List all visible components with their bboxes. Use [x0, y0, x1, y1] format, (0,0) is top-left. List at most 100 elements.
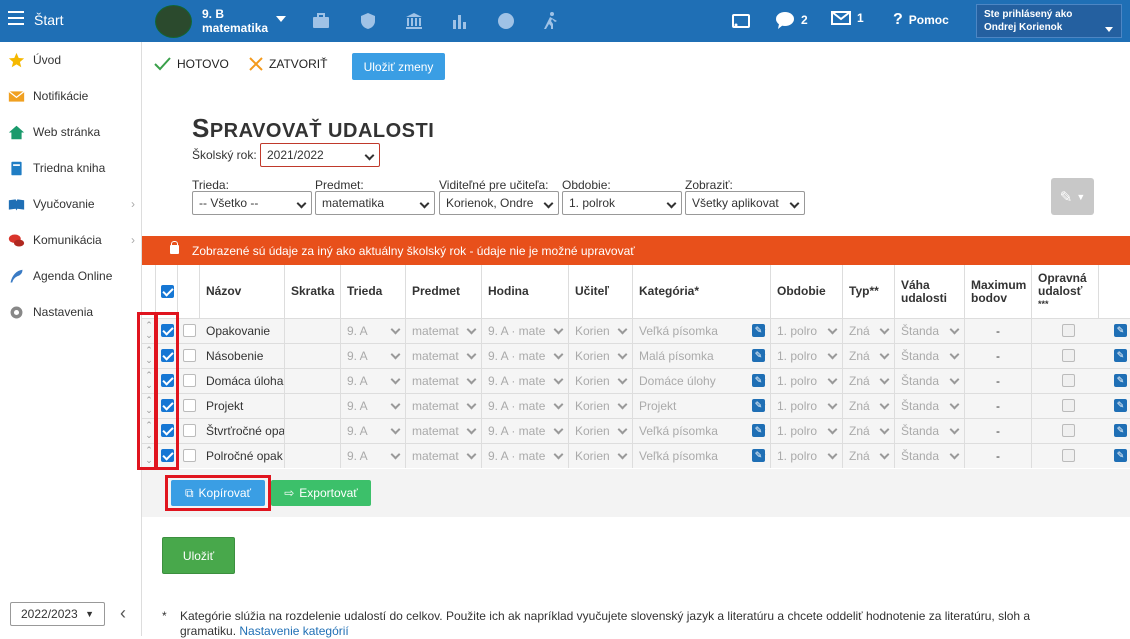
- cell-weight[interactable]: Štanda: [895, 318, 965, 343]
- row-secondary-checkbox[interactable]: [183, 349, 196, 362]
- col-class[interactable]: Trieda: [341, 265, 406, 318]
- col-weight[interactable]: Váha udalosti: [895, 265, 965, 318]
- cell-class[interactable]: 9. A: [341, 418, 406, 443]
- school-year-select[interactable]: 2022/2023 ▼: [10, 602, 105, 626]
- cell-name[interactable]: Štvrťročné opa: [200, 418, 285, 443]
- cell-period[interactable]: 1. polro: [771, 418, 843, 443]
- save-button[interactable]: Uložiť: [162, 537, 235, 574]
- edit-row-icon[interactable]: ✎: [1114, 349, 1127, 362]
- cell-subject[interactable]: matemat: [406, 393, 482, 418]
- cell-name[interactable]: Domáca úloha: [200, 368, 285, 393]
- teacher-filter[interactable]: Korienok, Ondre: [439, 191, 559, 215]
- edit-row-icon[interactable]: ✎: [1114, 449, 1127, 462]
- row-secondary-checkbox[interactable]: [183, 449, 196, 462]
- cell-short[interactable]: [285, 443, 341, 468]
- edit-category-icon[interactable]: ✎: [752, 399, 765, 412]
- row-secondary-checkbox[interactable]: [183, 424, 196, 437]
- period-filter[interactable]: 1. polrok: [562, 191, 682, 215]
- close-button[interactable]: ZATVORIŤ: [249, 57, 327, 71]
- cell-name[interactable]: Polročné opak: [200, 443, 285, 468]
- sidebar-item-triedna-kniha[interactable]: Triedna kniha: [0, 150, 142, 186]
- activity-icon[interactable]: [496, 11, 516, 31]
- cell-teacher[interactable]: Korien: [569, 368, 633, 393]
- col-category[interactable]: Kategória*: [633, 265, 771, 318]
- cell-type[interactable]: Zná: [843, 368, 895, 393]
- col-type[interactable]: Typ**: [843, 265, 895, 318]
- cell-teacher[interactable]: Korien: [569, 418, 633, 443]
- settings-wrench-button[interactable]: ✎ ▼: [1051, 178, 1094, 215]
- cell-subject[interactable]: matemat: [406, 318, 482, 343]
- edit-category-icon[interactable]: ✎: [752, 424, 765, 437]
- cell-hour[interactable]: 9. A · mate: [482, 418, 569, 443]
- col-name[interactable]: Názov: [200, 265, 285, 318]
- cell-category[interactable]: Veľká písomka: [633, 418, 771, 443]
- cell-short[interactable]: [285, 393, 341, 418]
- cell-class[interactable]: 9. A: [341, 368, 406, 393]
- cell-category[interactable]: Veľká písomka: [633, 443, 771, 468]
- cell-class[interactable]: 9. A: [341, 443, 406, 468]
- edit-row-icon[interactable]: ✎: [1114, 374, 1127, 387]
- messages-button[interactable]: 2: [775, 11, 808, 29]
- row-secondary-checkbox[interactable]: [183, 324, 196, 337]
- help-button[interactable]: ? Pomoc: [893, 11, 949, 29]
- briefcase-icon[interactable]: [311, 11, 331, 31]
- cell-period[interactable]: 1. polro: [771, 368, 843, 393]
- cell-category[interactable]: Malá písomka: [633, 343, 771, 368]
- col-hour[interactable]: Hodina: [482, 265, 569, 318]
- cell-category[interactable]: Projekt: [633, 393, 771, 418]
- edit-category-icon[interactable]: ✎: [752, 374, 765, 387]
- cell-type[interactable]: Zná: [843, 393, 895, 418]
- cell-subject[interactable]: matemat: [406, 418, 482, 443]
- cell-period[interactable]: 1. polro: [771, 318, 843, 343]
- cell-subject[interactable]: matemat: [406, 443, 482, 468]
- edit-row-icon[interactable]: ✎: [1114, 324, 1127, 337]
- cell-class[interactable]: 9. A: [341, 318, 406, 343]
- subject-filter[interactable]: matematika: [315, 191, 435, 215]
- shield-icon[interactable]: [358, 11, 378, 31]
- export-button[interactable]: ⇨ Exportovať: [271, 480, 371, 506]
- mail-button[interactable]: 1: [831, 11, 864, 25]
- col-teacher[interactable]: Učiteľ: [569, 265, 633, 318]
- school-year-filter[interactable]: 2021/2022: [260, 143, 380, 167]
- cell-teacher[interactable]: Korien: [569, 318, 633, 343]
- cell-weight[interactable]: Štanda: [895, 443, 965, 468]
- class-avatar[interactable]: [155, 5, 192, 38]
- save-changes-button[interactable]: Uložiť zmeny: [352, 53, 445, 80]
- cell-type[interactable]: Zná: [843, 443, 895, 468]
- show-filter[interactable]: Všetky aplikovat: [685, 191, 805, 215]
- col-retake[interactable]: Opravná udalosť ***: [1032, 265, 1099, 318]
- edit-category-icon[interactable]: ✎: [752, 449, 765, 462]
- cell-category[interactable]: Domáce úlohy: [633, 368, 771, 393]
- edit-category-icon[interactable]: ✎: [752, 324, 765, 337]
- cell-name[interactable]: Násobenie: [200, 343, 285, 368]
- sidebar-item-komunikacia[interactable]: Komunikácia ›: [0, 222, 142, 258]
- walking-icon[interactable]: [541, 11, 561, 31]
- row-secondary-checkbox[interactable]: [183, 399, 196, 412]
- cell-short[interactable]: [285, 418, 341, 443]
- cast-icon[interactable]: [731, 11, 751, 31]
- row-secondary-checkbox[interactable]: [183, 374, 196, 387]
- edit-row-icon[interactable]: ✎: [1114, 399, 1127, 412]
- cell-subject[interactable]: matemat: [406, 343, 482, 368]
- cell-hour[interactable]: 9. A · mate: [482, 443, 569, 468]
- cell-weight[interactable]: Štanda: [895, 343, 965, 368]
- done-button[interactable]: HOTOVO: [154, 57, 229, 71]
- cell-teacher[interactable]: Korien: [569, 393, 633, 418]
- bar-chart-icon[interactable]: [450, 11, 470, 31]
- cell-period[interactable]: 1. polro: [771, 393, 843, 418]
- cell-class[interactable]: 9. A: [341, 343, 406, 368]
- cell-teacher[interactable]: Korien: [569, 443, 633, 468]
- user-menu[interactable]: Ste prihlásený ako Ondrej Korienok: [976, 4, 1122, 38]
- retake-checkbox[interactable]: [1062, 374, 1075, 387]
- class-switcher[interactable]: 9. B matematika: [202, 7, 268, 35]
- cell-weight[interactable]: Štanda: [895, 368, 965, 393]
- retake-checkbox[interactable]: [1062, 424, 1075, 437]
- edit-category-icon[interactable]: ✎: [752, 349, 765, 362]
- cell-type[interactable]: Zná: [843, 343, 895, 368]
- sidebar-item-web[interactable]: Web stránka: [0, 114, 142, 150]
- class-filter[interactable]: -- Všetko --: [192, 191, 312, 215]
- retake-checkbox[interactable]: [1062, 399, 1075, 412]
- cell-short[interactable]: [285, 368, 341, 393]
- retake-checkbox[interactable]: [1062, 324, 1075, 337]
- cell-short[interactable]: [285, 343, 341, 368]
